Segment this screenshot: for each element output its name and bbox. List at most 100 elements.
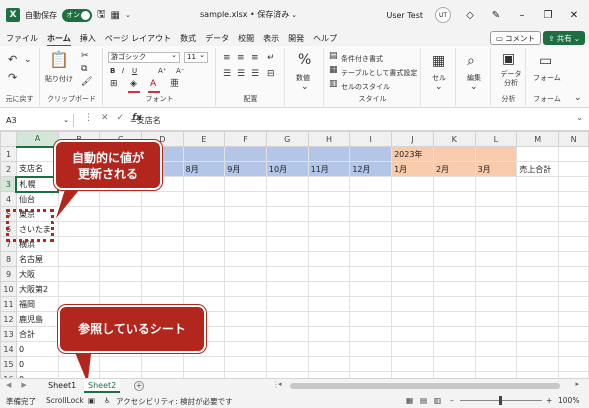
font-size-select[interactable]: 11	[184, 52, 208, 63]
chevron-down-icon[interactable]: ⌄	[470, 83, 478, 92]
cell[interactable]	[432, 341, 476, 357]
align-top-icon[interactable]: ≡	[223, 54, 231, 63]
cell[interactable]	[182, 281, 226, 297]
cell[interactable]	[307, 236, 351, 252]
customize-qat-icon[interactable]: ⌄	[125, 11, 131, 19]
tab-page-layout[interactable]: ページ レイアウト	[105, 33, 171, 44]
cell[interactable]	[57, 281, 101, 297]
cell[interactable]	[432, 311, 476, 327]
cell[interactable]	[432, 326, 476, 342]
cell[interactable]	[516, 266, 560, 282]
cell[interactable]	[265, 296, 309, 312]
cell[interactable]	[558, 221, 589, 237]
cell[interactable]	[224, 341, 267, 357]
form-label[interactable]: フォーム	[533, 73, 561, 83]
cell[interactable]	[391, 356, 434, 372]
cell[interactable]	[558, 146, 589, 162]
cell[interactable]	[307, 206, 351, 222]
copy-icon[interactable]: ⧉	[81, 65, 87, 74]
tab-insert[interactable]: 挿入	[80, 33, 96, 44]
tab-home[interactable]: ホーム	[47, 33, 71, 47]
cell[interactable]	[516, 281, 560, 297]
enter-icon[interactable]: ✓	[117, 113, 125, 123]
row-header[interactable]: 14	[0, 341, 17, 357]
cell[interactable]	[349, 266, 393, 282]
quick-access-icon[interactable]: ▦	[111, 10, 120, 21]
row-header[interactable]: 8	[0, 251, 17, 267]
cell[interactable]	[182, 251, 226, 267]
cell[interactable]	[140, 221, 184, 237]
cell[interactable]	[307, 356, 351, 372]
cell[interactable]	[182, 221, 226, 237]
cell[interactable]	[307, 311, 351, 327]
zoom-out-icon[interactable]: –	[450, 396, 454, 405]
cell[interactable]	[558, 206, 589, 222]
cell[interactable]	[99, 251, 142, 267]
cell[interactable]: 名古屋	[15, 251, 59, 267]
row-header[interactable]: 13	[0, 326, 17, 342]
cell[interactable]	[558, 266, 589, 282]
cell[interactable]	[182, 266, 226, 282]
cell[interactable]	[224, 191, 267, 207]
cell[interactable]	[474, 206, 518, 222]
cell[interactable]: 福岡	[15, 296, 59, 312]
data-analysis-label[interactable]: データ分析	[498, 70, 524, 88]
cell[interactable]	[558, 341, 589, 357]
cell[interactable]	[558, 311, 589, 327]
underline-icon[interactable]: U	[132, 67, 137, 75]
cell[interactable]	[432, 266, 476, 282]
close-button[interactable]: ✕	[567, 10, 581, 21]
cell[interactable]	[558, 161, 589, 177]
autosave-toggle[interactable]: オン	[62, 8, 92, 22]
sheet-tab-sheet1[interactable]: Sheet1	[44, 379, 80, 393]
cell[interactable]: 合計	[15, 326, 59, 342]
scrollbar-thumb[interactable]	[290, 383, 560, 389]
col-header[interactable]: M	[516, 131, 560, 147]
font-grow-icon[interactable]: A⁺	[158, 67, 166, 75]
col-header[interactable]: E	[182, 131, 226, 147]
cell[interactable]	[391, 296, 434, 312]
cell[interactable]: 9月	[224, 161, 267, 177]
cell[interactable]	[391, 341, 434, 357]
page-break-view-icon[interactable]: ▥	[434, 396, 441, 405]
cell[interactable]	[349, 206, 393, 222]
avatar[interactable]: UT	[435, 7, 451, 23]
italic-icon[interactable]: I	[122, 67, 124, 75]
cell[interactable]	[307, 191, 351, 207]
conditional-format-icon[interactable]: ▤	[329, 52, 338, 61]
cell[interactable]	[349, 326, 393, 342]
restore-button[interactable]: ❐	[541, 10, 555, 21]
cell[interactable]	[474, 326, 518, 342]
paste-icon[interactable]: 📋	[49, 52, 69, 68]
cell[interactable]	[224, 176, 267, 192]
cell[interactable]	[349, 311, 393, 327]
cell[interactable]	[224, 236, 267, 252]
cell[interactable]	[140, 281, 184, 297]
cell[interactable]	[474, 146, 518, 162]
cell[interactable]	[516, 356, 560, 372]
cell[interactable]	[182, 206, 226, 222]
cell[interactable]	[265, 236, 309, 252]
search-icon[interactable]: ⌕	[467, 54, 475, 68]
status-accessibility[interactable]: アクセシビリティ: 検討が必要です	[116, 396, 233, 407]
cell[interactable]	[140, 206, 184, 222]
cell[interactable]	[307, 251, 351, 267]
cell[interactable]	[307, 341, 351, 357]
cell[interactable]	[474, 281, 518, 297]
align-left-icon[interactable]: ☰	[223, 70, 231, 79]
normal-view-icon[interactable]: ▦	[406, 396, 413, 405]
data-analysis-icon[interactable]: ▣	[502, 52, 515, 66]
cell[interactable]	[307, 266, 351, 282]
font-name-select[interactable]: 游ゴシック	[108, 52, 180, 63]
cell[interactable]	[265, 251, 309, 267]
cell[interactable]	[307, 326, 351, 342]
cell[interactable]	[307, 221, 351, 237]
cell[interactable]	[558, 326, 589, 342]
row-header[interactable]: 2	[0, 161, 17, 177]
prev-sheet-icon[interactable]: ◀	[6, 381, 11, 389]
row-header[interactable]: 9	[0, 266, 17, 282]
cell[interactable]	[391, 191, 434, 207]
cell[interactable]	[432, 236, 476, 252]
cell[interactable]	[307, 176, 351, 192]
cell[interactable]	[349, 221, 393, 237]
